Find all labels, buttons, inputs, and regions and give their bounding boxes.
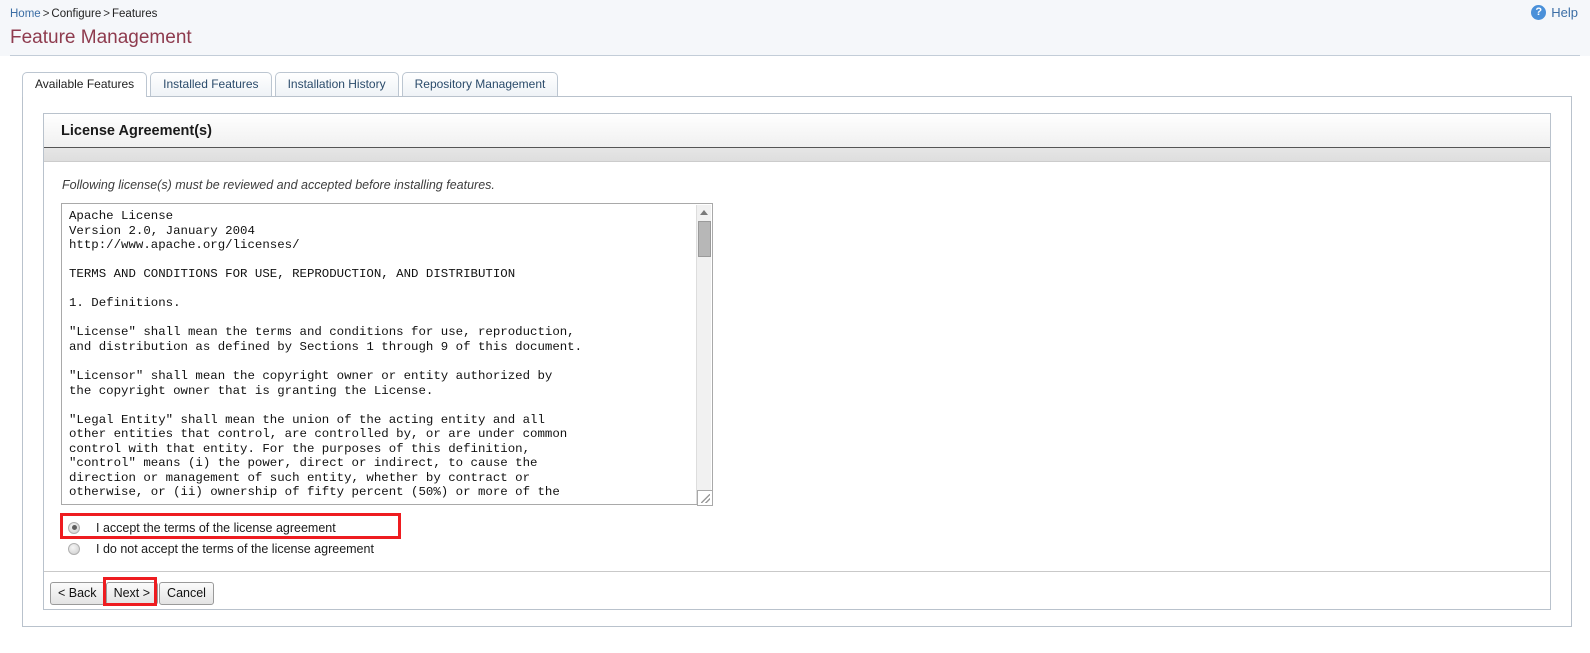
tab-strip: Available Features Installed Features In… <box>0 70 1590 97</box>
license-intro-text: Following license(s) must be reviewed an… <box>62 178 495 192</box>
breadcrumb-separator-2: > <box>103 8 110 20</box>
page-header: Home > Configure > Features Feature Manageme… <box>0 0 1590 56</box>
page-title: Feature Management <box>10 27 192 48</box>
content-container: License Agreement(s) Following license(s… <box>22 96 1572 627</box>
radio-decline-license[interactable] <box>68 542 80 555</box>
resize-grip-icon[interactable] <box>697 490 713 506</box>
license-scrollbar[interactable] <box>696 205 712 504</box>
option-accept-license[interactable]: I accept the terms of the license agreem… <box>61 518 1533 537</box>
help-label: Help <box>1551 5 1578 20</box>
breadcrumb-item-home[interactable]: Home <box>10 8 41 20</box>
radio-accept-license[interactable] <box>68 521 80 534</box>
scroll-thumb[interactable] <box>698 221 711 257</box>
help-link[interactable]: ? Help <box>1531 5 1578 20</box>
license-options-group: I accept the terms of the license agreem… <box>60 513 1533 558</box>
tab-installed-features[interactable]: Installed Features <box>150 72 272 97</box>
panel-title: License Agreement(s) <box>44 114 1550 148</box>
scroll-up-arrow-icon[interactable] <box>697 205 712 219</box>
breadcrumb-separator-1: > <box>42 8 50 20</box>
tab-repository-management[interactable]: Repository Management <box>401 72 559 97</box>
tab-installation-history[interactable]: Installation History <box>274 72 399 97</box>
license-textarea-wrapper: Apache License Version 2.0, January 2004… <box>61 203 713 506</box>
license-agreement-panel: License Agreement(s) Following license(s… <box>43 113 1551 610</box>
option-decline-label: I do not accept the terms of the license… <box>96 541 374 556</box>
license-text-content: Apache License Version 2.0, January 2004… <box>69 209 583 500</box>
tab-available-features[interactable]: Available Features <box>22 72 148 97</box>
panel-subbar <box>44 148 1550 162</box>
back-button[interactable]: < Back <box>50 582 105 605</box>
option-accept-label: I accept the terms of the license agreem… <box>96 520 336 535</box>
header-divider <box>10 55 1580 56</box>
breadcrumb-item-configure: Configure <box>51 8 102 20</box>
next-button[interactable]: Next > <box>105 582 159 605</box>
help-circle-icon: ? <box>1531 5 1547 20</box>
license-textarea[interactable]: Apache License Version 2.0, January 2004… <box>61 203 713 505</box>
panel-body: Following license(s) must be reviewed an… <box>44 178 1550 606</box>
breadcrumb: Home > Configure > Features <box>0 5 1590 23</box>
cancel-button[interactable]: Cancel <box>159 582 214 605</box>
wizard-button-bar: < Back Next > Cancel <box>50 572 1533 606</box>
breadcrumb-item-features: Features <box>112 8 158 20</box>
option-decline-license[interactable]: I do not accept the terms of the license… <box>61 539 1533 558</box>
